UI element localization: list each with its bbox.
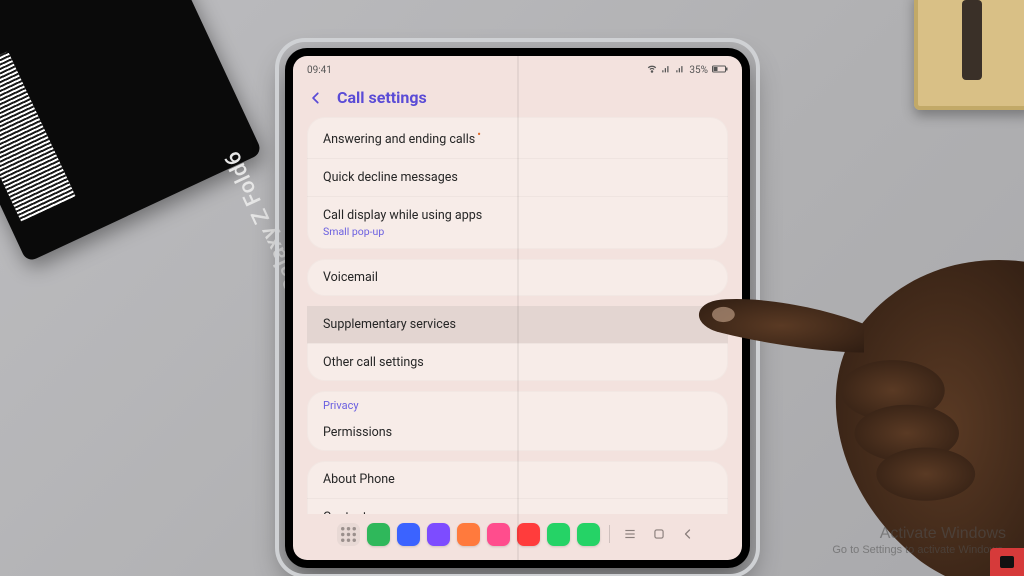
status-time: 09:41: [307, 65, 332, 76]
settings-card-supplementary: Supplementary services Other call settin…: [307, 306, 728, 381]
row-contact-us[interactable]: Contact us: [307, 498, 728, 514]
back-button[interactable]: [307, 89, 325, 107]
row-label: Answering and ending calls•: [323, 128, 712, 147]
dock-app-whatsapp-icon[interactable]: [547, 523, 570, 546]
row-label: Permissions: [323, 425, 712, 440]
row-label: Supplementary services: [323, 317, 712, 332]
device-screen: 09:41 35%: [293, 56, 742, 560]
row-permissions[interactable]: Permissions: [307, 414, 728, 451]
status-right-cluster: 35%: [647, 64, 728, 77]
settings-card-voicemail: Voicemail: [307, 259, 728, 296]
nav-back-button[interactable]: [677, 523, 699, 545]
row-about-phone[interactable]: About Phone: [307, 461, 728, 498]
row-quick-decline[interactable]: Quick decline messages: [307, 158, 728, 196]
settings-scroll-area[interactable]: Answering and ending calls• Quick declin…: [293, 117, 742, 514]
row-supplementary-services[interactable]: Supplementary services: [307, 306, 728, 343]
row-label: Voicemail: [323, 270, 712, 285]
dock-app-orange-icon[interactable]: [457, 523, 480, 546]
settings-card-calls: Answering and ending calls• Quick declin…: [307, 117, 728, 249]
watermark-line2: Go to Settings to activate Windows.: [832, 544, 1006, 558]
row-answering-ending[interactable]: Answering and ending calls•: [307, 117, 728, 158]
wooden-clamp: [914, 0, 1024, 110]
barcode-sticker: [0, 51, 75, 221]
section-header-privacy: Privacy: [307, 391, 728, 414]
new-dot-icon: •: [477, 128, 481, 141]
activate-windows-watermark: Activate Windows Go to Settings to activ…: [832, 524, 1006, 558]
page-header: Call settings: [293, 80, 742, 117]
product-box: Galaxy Z Fold6: [0, 0, 263, 263]
signal-icon: [661, 64, 671, 77]
dock-app-pink-icon[interactable]: [487, 523, 510, 546]
dock-app-phone-icon[interactable]: [367, 523, 390, 546]
row-label: Call display while using apps: [323, 208, 712, 223]
dock-app-messages-icon[interactable]: [397, 523, 420, 546]
row-call-display[interactable]: Call display while using apps Small pop-…: [307, 196, 728, 249]
dock-app-whatsapp2-icon[interactable]: [577, 523, 600, 546]
nav-home-button[interactable]: [648, 523, 670, 545]
row-other-call-settings[interactable]: Other call settings: [307, 343, 728, 381]
device-frame: 09:41 35%: [285, 48, 750, 568]
page-title: Call settings: [337, 88, 427, 107]
settings-card-privacy: Privacy Permissions: [307, 391, 728, 451]
dock-app-browser-icon[interactable]: [427, 523, 450, 546]
photo-scene: Galaxy Z Fold6 09:41 35%: [0, 0, 1024, 576]
row-label: Other call settings: [323, 355, 712, 370]
dock-app-drawer-icon[interactable]: [337, 523, 360, 546]
dock-app-youtube-icon[interactable]: [517, 523, 540, 546]
settings-card-about: About Phone Contact us: [307, 461, 728, 514]
row-voicemail[interactable]: Voicemail: [307, 259, 728, 296]
signal-icon-2: [675, 64, 685, 77]
battery-text: 35%: [689, 65, 708, 76]
taskbar-dock: [293, 514, 742, 560]
dock-divider: [609, 525, 610, 543]
row-label: Quick decline messages: [323, 170, 712, 185]
battery-icon: [712, 64, 728, 77]
channel-logo: [990, 548, 1024, 576]
wifi-icon: [647, 64, 657, 77]
status-bar: 09:41 35%: [293, 56, 742, 80]
row-label: About Phone: [323, 472, 712, 487]
row-sublabel: Small pop-up: [323, 225, 712, 238]
watermark-line1: Activate Windows: [832, 524, 1006, 544]
nav-recents-button[interactable]: [619, 523, 641, 545]
